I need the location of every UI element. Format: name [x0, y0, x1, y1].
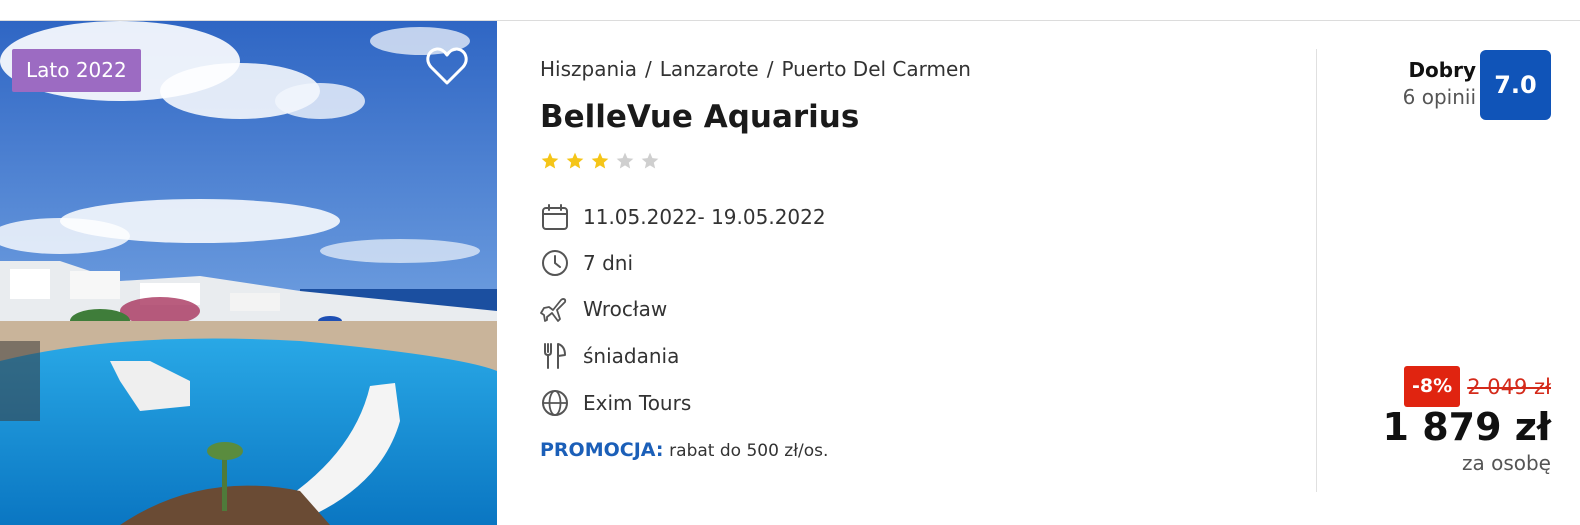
- promo-line: PROMOCJA: rabat do 500 zł/os.: [540, 439, 828, 461]
- promo-label: PROMOCJA:: [540, 439, 664, 461]
- rating-score-badge: 7.0: [1480, 50, 1551, 120]
- feature-duration: 7 dni: [540, 247, 633, 279]
- breadcrumb-country[interactable]: Hiszpania: [540, 57, 637, 81]
- rating-label: Dobry: [1408, 58, 1476, 82]
- feature-operator: Exim Tours: [540, 387, 691, 419]
- rating-summary[interactable]: Dobry 6 opinii: [1403, 57, 1476, 111]
- star-empty-icon: [616, 152, 634, 169]
- column-divider: [1316, 49, 1317, 492]
- feature-departure-text: Wrocław: [583, 297, 668, 321]
- globe-icon: [542, 390, 568, 416]
- offer-info: Hiszpania / Lanzarote / Puerto Del Carmen Be…: [540, 21, 1300, 525]
- star-filled-icon: [566, 152, 584, 169]
- season-badge: Lato 2022: [12, 49, 141, 92]
- clock-icon: [542, 250, 568, 276]
- feature-operator-text: Exim Tours: [583, 391, 692, 415]
- airplane-icon: [540, 298, 567, 322]
- favorite-button[interactable]: [425, 45, 469, 87]
- breadcrumb-region[interactable]: Lanzarote: [660, 57, 759, 81]
- star-filled-icon: [541, 152, 559, 169]
- price-discount-row: -8% 2 049 zł: [1404, 366, 1551, 407]
- breadcrumb-separator: /: [766, 57, 774, 81]
- hotel-photo-image: [0, 21, 497, 525]
- star-filled-icon: [591, 152, 609, 169]
- feature-board-text: śniadania: [583, 344, 680, 368]
- calendar-icon: [542, 204, 568, 230]
- price-per-person-label: za osobę: [1461, 451, 1551, 475]
- discount-badge: -8%: [1404, 366, 1461, 407]
- old-price: 2 049 zł: [1467, 374, 1551, 399]
- feature-dates: 11.05.2022- 19.05.2022: [540, 201, 826, 233]
- heart-outline-icon: [426, 47, 468, 85]
- hotel-name[interactable]: BelleVue Aquarius: [540, 99, 859, 135]
- feature-duration-text: 7 dni: [583, 251, 634, 275]
- hotel-photo[interactable]: Lato 2022: [0, 21, 497, 525]
- promo-text: rabat do 500 zł/os.: [669, 441, 829, 461]
- breadcrumb-city[interactable]: Puerto Del Carmen: [781, 57, 971, 81]
- breadcrumb: Hiszpania / Lanzarote / Puerto Del Carmen: [540, 57, 971, 81]
- feature-departure: Wrocław: [540, 293, 667, 325]
- feature-dates-text: 11.05.2022- 19.05.2022: [583, 205, 826, 229]
- offer-card[interactable]: Lato 2022 Hiszpania / Lanzarote / Puerto Del…: [0, 20, 1580, 525]
- star-empty-icon: [641, 152, 659, 169]
- feature-board: śniadania: [540, 340, 679, 372]
- reviews-count[interactable]: 6 opinii: [1403, 83, 1476, 111]
- cutlery-icon: [544, 343, 566, 369]
- hotel-stars: [540, 151, 660, 171]
- current-price: 1 879 zł: [1382, 405, 1551, 449]
- breadcrumb-separator: /: [644, 57, 652, 81]
